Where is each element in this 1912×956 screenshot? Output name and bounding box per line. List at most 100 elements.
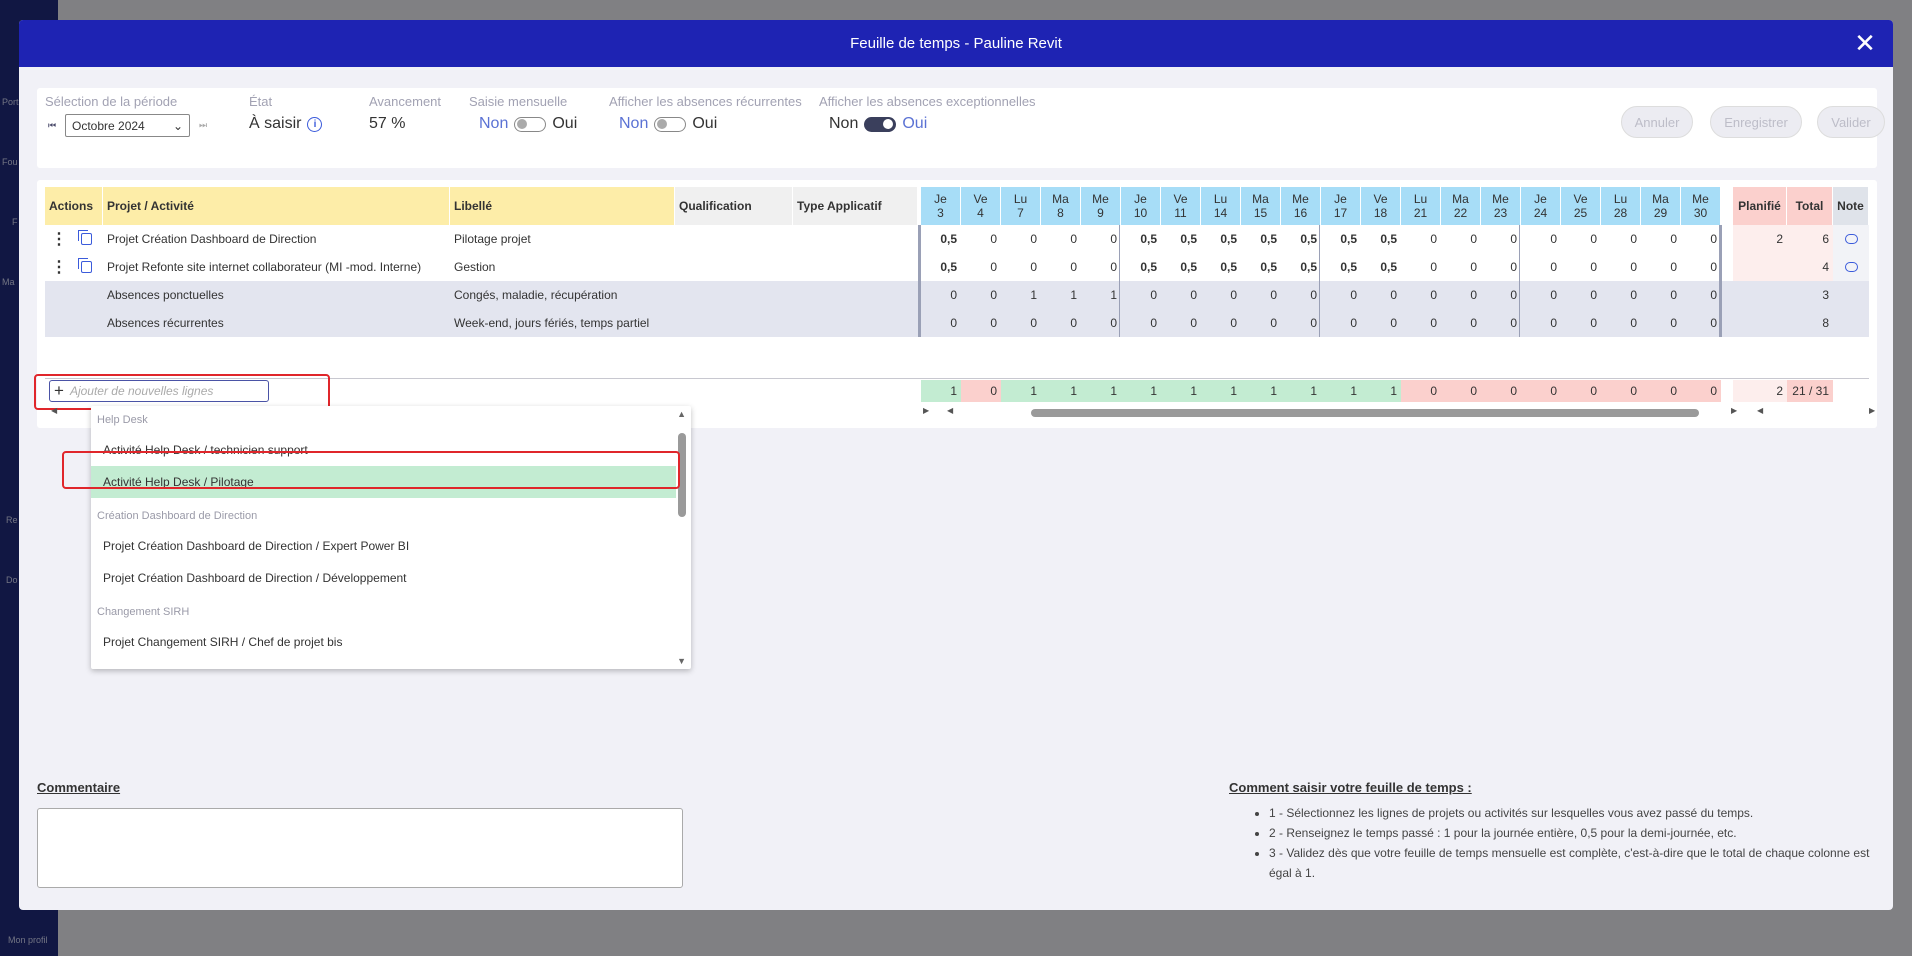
scroll-down-icon[interactable]: ▼	[677, 656, 686, 666]
day-total-cell: 1	[1081, 380, 1121, 402]
day-value-cell[interactable]: 0	[1481, 225, 1521, 253]
dropdown-scrollbar[interactable]: ▲ ▼	[677, 406, 689, 669]
scroll-left-icon[interactable]: ◀	[51, 406, 57, 418]
day-value-cell[interactable]: 0,5	[1201, 225, 1241, 253]
period-select[interactable]: Octobre 2024 ⌄	[65, 114, 190, 137]
comment-icon[interactable]	[1845, 262, 1858, 272]
day-value-cell[interactable]: 0	[1081, 253, 1121, 281]
comment-icon[interactable]	[1845, 234, 1858, 244]
day-value-cell[interactable]: 0	[1401, 253, 1441, 281]
day-value-cell[interactable]: 0	[1561, 225, 1601, 253]
day-value-cell[interactable]: 0,5	[1281, 253, 1321, 281]
day-name: Lu	[1613, 192, 1628, 206]
scroll-up-icon[interactable]: ▲	[677, 409, 686, 419]
next-period-icon[interactable]: ⏭	[196, 120, 210, 131]
horizontal-scrollbar[interactable]	[1031, 409, 1699, 417]
day-header: Je 24	[1521, 187, 1561, 225]
kebab-menu-icon[interactable]: ⋮	[51, 229, 67, 249]
day-value-cell[interactable]: 0	[1041, 253, 1081, 281]
scroll-left-icon[interactable]: ◀	[947, 406, 953, 418]
day-value-cell[interactable]: 0,5	[1321, 225, 1361, 253]
day-value-cell[interactable]: 0	[961, 225, 1001, 253]
day-value-cell[interactable]: 0,5	[921, 225, 961, 253]
day-total-cell: 1	[1241, 380, 1281, 402]
day-value-cell[interactable]: 0	[1401, 225, 1441, 253]
previous-period-icon[interactable]: ⏮	[45, 120, 59, 131]
day-value-cell[interactable]: 0	[1681, 253, 1721, 281]
state-label: État	[249, 94, 273, 109]
day-value-cell: 0	[950, 316, 957, 330]
day-value-cell: 0	[1470, 288, 1477, 302]
copy-icon[interactable]	[78, 258, 92, 273]
kebab-menu-icon[interactable]: ⋮	[51, 257, 67, 277]
dropdown-option[interactable]: Projet Changement SIRH / Chef de projet …	[91, 626, 676, 658]
exceptional-absences-control: Afficher les absences exceptionnelles No…	[819, 94, 1036, 133]
day-name: Lu	[1213, 192, 1228, 206]
day-value-cell[interactable]: 0	[1041, 225, 1081, 253]
scroll-left-icon[interactable]: ◀	[1757, 406, 1763, 418]
day-value-cell[interactable]: 0	[1441, 225, 1481, 253]
scroll-right-icon[interactable]: ▶	[1731, 406, 1737, 418]
day-value-cell[interactable]: 0,5	[1361, 225, 1401, 253]
day-value-cell[interactable]: 0,5	[1161, 253, 1201, 281]
day-value-cell[interactable]: 0	[1601, 253, 1641, 281]
row-project: Projet Refonte site internet collaborate…	[107, 260, 422, 274]
day-value-cell[interactable]: 0	[961, 253, 1001, 281]
add-lines-dropdown: ▲ ▼ Help Desk Activité Help Desk / techni…	[91, 406, 691, 669]
day-value-cell[interactable]: 0,5	[1241, 253, 1281, 281]
day-value-cell[interactable]: 0	[1681, 225, 1721, 253]
day-value-cell[interactable]: 0,5	[1161, 225, 1201, 253]
day-value-cell[interactable]: 0,5	[1281, 225, 1321, 253]
recurring-absences-toggle[interactable]	[654, 116, 687, 132]
day-value-cell[interactable]: 0	[1001, 225, 1041, 253]
dropdown-option[interactable]: Projet Création Dashboard de Direction /…	[91, 530, 676, 562]
toggle-non-label: Non	[829, 115, 859, 132]
day-value-cell: 0	[1470, 316, 1477, 330]
day-value-cell[interactable]: 0,5	[1241, 225, 1281, 253]
day-value-cell[interactable]: 0	[1521, 253, 1561, 281]
week-divider	[1319, 225, 1320, 337]
day-value-cell[interactable]: 0,5	[1201, 253, 1241, 281]
period-label: Sélection de la période	[45, 94, 178, 109]
row-actions: ⋮	[51, 253, 101, 281]
day-value-cell[interactable]: 0	[1641, 225, 1681, 253]
exceptional-absences-toggle[interactable]	[864, 116, 897, 132]
day-value-cell[interactable]: 0	[1601, 225, 1641, 253]
day-value-cell[interactable]: 0	[1641, 253, 1681, 281]
save-button[interactable]: Enregistrer	[1710, 106, 1802, 138]
dropdown-option[interactable]: Projet Création Dashboard de Direction /…	[91, 562, 676, 594]
day-header: Je 17	[1321, 187, 1361, 225]
row-label: Congés, maladie, récupération	[454, 288, 618, 302]
day-value-cell[interactable]: 0	[1441, 253, 1481, 281]
day-total-cell: 0	[1601, 380, 1641, 402]
day-value-cell[interactable]: 0,5	[1121, 225, 1161, 253]
scroll-right-icon[interactable]: ▶	[1869, 406, 1875, 418]
day-value-cell[interactable]: 0,5	[1361, 253, 1401, 281]
timesheet-modal: Feuille de temps - Pauline Revit ✕ Sélec…	[19, 20, 1893, 910]
comment-textarea[interactable]	[37, 808, 683, 888]
close-icon[interactable]: ✕	[1851, 29, 1879, 57]
monthly-entry-toggle[interactable]	[514, 116, 547, 132]
scroll-right-icon[interactable]: ▶	[923, 406, 929, 418]
row-note	[1845, 253, 1865, 281]
day-value-cell[interactable]: 0	[1081, 225, 1121, 253]
day-header: Ve 4	[961, 187, 1001, 225]
copy-icon[interactable]	[78, 230, 92, 245]
day-number: 7	[1017, 206, 1024, 220]
highlight-frame	[34, 374, 330, 410]
help-step: 2 - Renseignez le temps passé : 1 pour l…	[1269, 823, 1879, 843]
day-header: Ve 25	[1561, 187, 1601, 225]
validate-button[interactable]: Valider	[1817, 106, 1885, 138]
cancel-button[interactable]: Annuler	[1621, 106, 1693, 138]
row-planned	[1733, 281, 1787, 309]
info-icon[interactable]: i	[307, 116, 323, 132]
day-value-cell[interactable]: 0	[1521, 225, 1561, 253]
day-value-cell[interactable]: 0,5	[921, 253, 961, 281]
day-value-cell[interactable]: 0,5	[1321, 253, 1361, 281]
day-value-cell[interactable]: 0	[1001, 253, 1041, 281]
day-value-cell[interactable]: 0,5	[1121, 253, 1161, 281]
day-value-cell: 0	[1310, 316, 1317, 330]
day-value-cell[interactable]: 0	[1561, 253, 1601, 281]
day-value-cell: 0	[1190, 316, 1197, 330]
day-value-cell[interactable]: 0	[1481, 253, 1521, 281]
